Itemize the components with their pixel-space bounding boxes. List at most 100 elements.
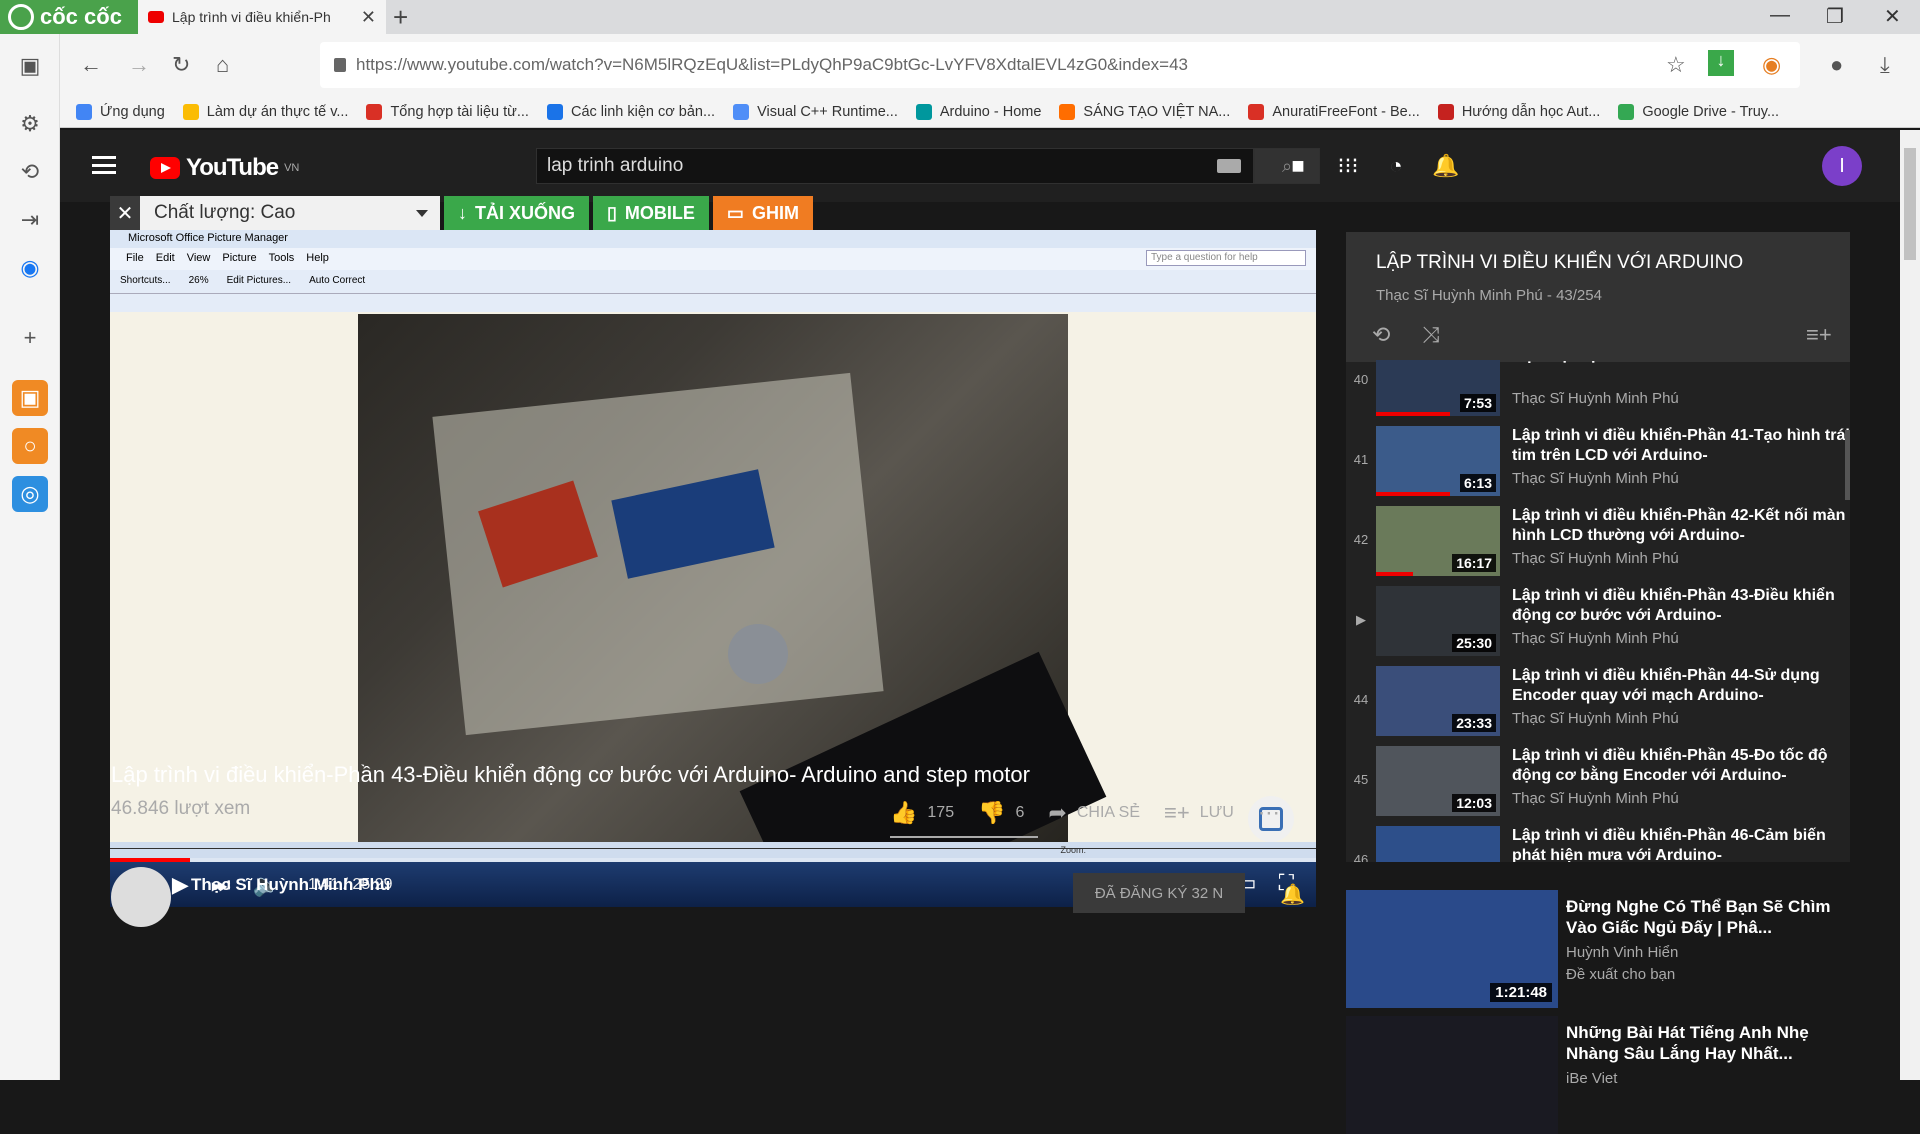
settings-icon[interactable]: ⚙: [12, 106, 48, 142]
recommended-thumbnail[interactable]: [1346, 1016, 1558, 1134]
search-app-icon[interactable]: ○: [12, 428, 48, 464]
download-page-icon[interactable]: ↓: [1708, 50, 1734, 76]
share-button[interactable]: ➦ CHIA SẺ: [1048, 800, 1140, 826]
close-tab-icon[interactable]: ✕: [361, 7, 376, 28]
maximize-button[interactable]: ❐: [1826, 4, 1844, 29]
playlist-item-title[interactable]: Lập trình vi điều khiển-Phần 41-Tạo hình…: [1512, 426, 1850, 466]
search-input[interactable]: lap trinh arduino: [536, 148, 1254, 184]
subscribed-button[interactable]: ĐÃ ĐĂNG KÝ 32 N: [1073, 873, 1245, 913]
media-app-icon[interactable]: ◎: [12, 476, 48, 512]
reload-icon[interactable]: ↻: [172, 52, 190, 78]
scrollbar-thumb[interactable]: [1904, 148, 1916, 260]
playlist-item-title[interactable]: Lập trình vi điều khiển-Phần 46-Cảm biến…: [1512, 826, 1850, 862]
playlist-item-title[interactable]: Lập trình vi điều khiển-Phần 45-Đo tốc đ…: [1512, 746, 1850, 786]
divider: [110, 848, 1316, 849]
like-button[interactable]: 👍 175: [890, 800, 954, 826]
keyboard-icon[interactable]: [1217, 159, 1241, 173]
video-window-ask-box: Type a question for help: [1146, 250, 1306, 266]
mobile-button[interactable]: ▯ MOBILE: [593, 196, 709, 230]
new-tab-button[interactable]: +: [393, 2, 408, 33]
shuffle-icon[interactable]: ⤨: [1422, 322, 1440, 348]
recommended-title[interactable]: Những Bài Hát Tiếng Anh Nhẹ Nhàng Sâu Lắ…: [1566, 1022, 1836, 1064]
playlist-thumbnail[interactable]: 16:17: [1376, 506, 1500, 576]
contacts-icon[interactable]: ▣: [12, 380, 48, 416]
download-button[interactable]: ↓ TẢI XUỐNG: [444, 196, 590, 230]
bookmark-star-icon[interactable]: ☆: [1666, 52, 1686, 78]
home-icon[interactable]: ⌂: [216, 52, 229, 78]
bookmark-item[interactable]: SÁNG TẠO VIỆT NA...: [1059, 103, 1230, 120]
notifications-bell-icon[interactable]: 🔔: [1432, 152, 1460, 180]
bookmark-favicon-icon: [366, 103, 383, 120]
downloads-icon[interactable]: ⤓: [1880, 52, 1890, 78]
bookmark-item[interactable]: Làm dự án thực tế v...: [182, 103, 348, 120]
playlist-item[interactable]: 45 12:03 Lập trình vi điều khiển-Phần 45-Đ…: [1346, 742, 1850, 822]
playlist-item[interactable]: 46 Lập trình vi điều khiển-Phần 46-Cảm bi…: [1346, 822, 1850, 862]
playlist-thumbnail[interactable]: 12:03: [1376, 746, 1500, 816]
login-icon[interactable]: ⇥: [12, 202, 48, 238]
bookmark-item[interactable]: Các linh kiện cơ bản...: [546, 103, 715, 120]
dislike-button[interactable]: 👎 6: [978, 800, 1024, 826]
playlist-item[interactable]: ▶ 25:30 Lập trình vi điều khiển-Phần 43-Đi…: [1346, 582, 1850, 662]
bookmark-item[interactable]: Visual C++ Runtime...: [733, 103, 898, 120]
playlist-item[interactable]: 44 23:33 Lập trình vi điều khiển-Phần 44-S…: [1346, 662, 1850, 742]
profile-icon[interactable]: ●: [1830, 52, 1843, 78]
history-icon[interactable]: ⟲: [12, 154, 48, 190]
bookmark-item[interactable]: Ứng dụng: [76, 103, 165, 120]
playlist-item-title[interactable]: Lập trình vi điều khiển-Phần 44-Sử dụng …: [1512, 666, 1850, 706]
playlist-item-title[interactable]: Lập trình vi điều khiển-Phần 42-Kết nối …: [1512, 506, 1850, 546]
account-avatar[interactable]: I: [1822, 146, 1862, 186]
channel-avatar[interactable]: [111, 867, 171, 927]
messages-icon[interactable]: ◔: [1382, 152, 1410, 180]
quality-select[interactable]: Chất lượng: Cao: [140, 196, 440, 230]
extension-icon[interactable]: ◉: [1762, 52, 1781, 78]
playlist-item-title[interactable]: Lập trình vi điều khiển-Phần 43-Điều khi…: [1512, 586, 1850, 626]
playlist-save-icon[interactable]: ≡+: [1806, 322, 1832, 348]
bookmark-item[interactable]: Google Drive - Truy...: [1618, 103, 1779, 120]
browser-brand[interactable]: cốc cốc: [0, 0, 138, 34]
messenger-icon[interactable]: ◉: [12, 250, 48, 286]
sidebar-toggle-icon[interactable]: ▣: [12, 48, 48, 84]
browser-tab[interactable]: Lập trình vi điều khiển-Ph ✕: [138, 0, 386, 34]
recommended-item[interactable]: 1:21:48 Đừng Nghe Có Thể Bạn Sẽ Chìm Vào…: [1346, 890, 1850, 1008]
playlist-thumbnail[interactable]: 7:53: [1376, 360, 1500, 416]
page-scrollbar[interactable]: [1900, 130, 1920, 1080]
playlist-title[interactable]: LẬP TRÌNH VI ĐIỀU KHIỂN VỚI ARDUINO: [1376, 252, 1743, 274]
minimize-button[interactable]: —: [1770, 4, 1790, 27]
bookmark-item[interactable]: Hướng dẫn học Aut...: [1437, 103, 1600, 120]
menu-icon[interactable]: [92, 156, 116, 174]
video-window-menu-item: Help: [306, 252, 329, 264]
apps-grid-icon[interactable]: ⁝⁝⁝: [1334, 152, 1362, 180]
back-icon[interactable]: ←: [80, 52, 102, 78]
add-app-icon[interactable]: +: [12, 320, 48, 356]
forward-icon[interactable]: →: [128, 52, 150, 78]
create-video-icon[interactable]: ■: [1284, 152, 1312, 180]
download-toolbar-close-button[interactable]: ✕: [110, 196, 140, 230]
loop-icon[interactable]: ⟲: [1372, 322, 1390, 348]
recommended-title[interactable]: Đừng Nghe Có Thể Bạn Sẽ Chìm Vào Giấc Ng…: [1566, 896, 1836, 938]
recommended-item[interactable]: Những Bài Hát Tiếng Anh Nhẹ Nhàng Sâu Lắ…: [1346, 1016, 1850, 1134]
recommended-thumbnail[interactable]: 1:21:48: [1346, 890, 1558, 1008]
play-icon[interactable]: ▶: [172, 872, 189, 898]
playlist-thumbnail[interactable]: 23:33: [1376, 666, 1500, 736]
more-actions-button[interactable]: ⋯: [1258, 800, 1280, 826]
playlist-thumbnail[interactable]: 25:30: [1376, 586, 1500, 656]
save-button[interactable]: ≡+ LƯU: [1164, 800, 1234, 826]
playlist-item[interactable]: 407:53thị nhiệt độ trên LCD với Arduino-…: [1346, 360, 1850, 422]
playlist-item[interactable]: 41 6:13 Lập trình vi điều khiển-Phần 41-Tạ…: [1346, 422, 1850, 502]
channel-bell-icon[interactable]: 🔔: [1280, 882, 1305, 907]
channel-name[interactable]: Thạc Sĩ Huỳnh Minh Phú: [191, 875, 390, 895]
close-window-button[interactable]: ✕: [1884, 4, 1901, 29]
pin-icon: ▭: [726, 202, 744, 223]
pin-button[interactable]: ▭ GHIM: [712, 196, 813, 230]
youtube-logo[interactable]: YouTube VN: [150, 154, 299, 182]
playlist-item-title[interactable]: thị nhiệt độ trên LCD với Arduino-: [1512, 360, 1850, 386]
playlist-thumbnail[interactable]: 6:13: [1376, 426, 1500, 496]
playlist-item[interactable]: 42 16:17 Lập trình vi điều khiển-Phần 42-K…: [1346, 502, 1850, 582]
playlist-duration: 12:03: [1452, 794, 1496, 812]
bookmark-item[interactable]: Arduino - Home: [915, 103, 1041, 120]
playlist-scrollbar[interactable]: [1845, 430, 1850, 500]
playlist-thumbnail[interactable]: [1376, 826, 1500, 862]
bookmark-item[interactable]: AnuratiFreeFont - Be...: [1248, 103, 1420, 120]
bookmark-item[interactable]: Tổng hợp tài liệu từ...: [366, 103, 529, 120]
url-input[interactable]: https://www.youtube.com/watch?v=N6M5lRQz…: [320, 42, 1800, 88]
